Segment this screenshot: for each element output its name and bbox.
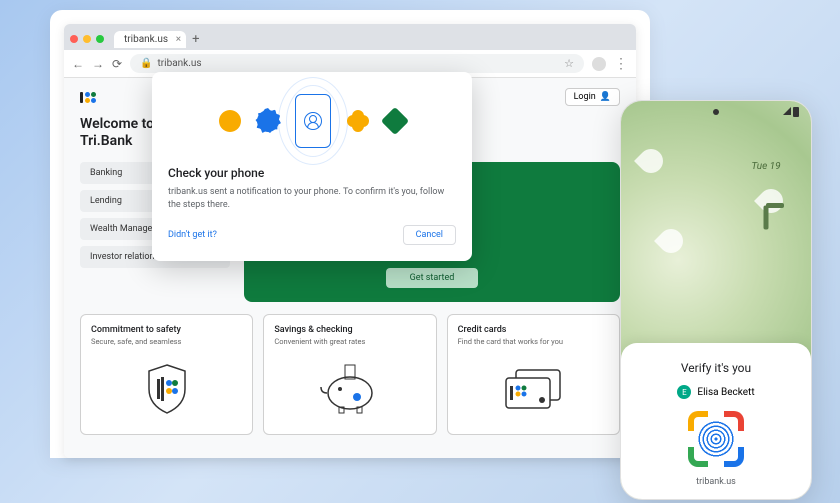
camera-icon bbox=[713, 109, 719, 115]
diamond-icon bbox=[381, 107, 409, 135]
modal-title: Check your phone bbox=[168, 166, 456, 180]
url-text: tribank.us bbox=[158, 58, 202, 69]
user-avatar-badge: E bbox=[677, 385, 691, 399]
close-window-icon[interactable] bbox=[70, 35, 78, 43]
check-phone-modal: Check your phone tribank.us sent a notif… bbox=[152, 72, 472, 261]
sheet-user: E Elisa Beckett bbox=[637, 385, 795, 399]
get-started-button[interactable]: Get started bbox=[386, 268, 479, 288]
back-icon[interactable]: ← bbox=[72, 57, 84, 71]
clock-icon bbox=[741, 178, 791, 228]
modal-body: tribank.us sent a notification to your p… bbox=[168, 186, 456, 211]
login-label: Login bbox=[574, 92, 596, 102]
address-bar[interactable]: 🔒 tribank.us ☆ bbox=[130, 54, 584, 73]
window-controls bbox=[70, 35, 104, 43]
shield-icon bbox=[91, 354, 242, 424]
quatrefoil-icon bbox=[347, 110, 369, 132]
tab-bar: tribank.us × + bbox=[64, 24, 636, 50]
bookmark-icon[interactable]: ☆ bbox=[564, 57, 574, 70]
credit-card-icon bbox=[458, 354, 609, 424]
modal-artwork bbox=[168, 94, 456, 148]
sheet-domain: tribank.us bbox=[637, 477, 795, 487]
cancel-button[interactable]: Cancel bbox=[403, 225, 456, 245]
new-tab-button[interactable]: + bbox=[192, 32, 199, 47]
login-button[interactable]: Login 👤 bbox=[565, 88, 620, 106]
phone-outline-icon bbox=[295, 94, 331, 148]
web-page: Login 👤 Welcome to Tri.Bank Banking› Len… bbox=[64, 78, 636, 458]
gear-icon bbox=[257, 110, 279, 132]
card-savings[interactable]: Savings & checking Convenient with great… bbox=[263, 314, 436, 435]
tab-title: tribank.us bbox=[124, 34, 168, 45]
clock-date: Tue 19 bbox=[741, 161, 791, 172]
close-tab-icon[interactable]: × bbox=[176, 34, 181, 45]
tribank-logo[interactable] bbox=[80, 92, 96, 103]
lock-icon: 🔒 bbox=[140, 58, 152, 69]
reload-icon[interactable]: ⟳ bbox=[112, 57, 122, 71]
profile-avatar-icon[interactable] bbox=[592, 57, 606, 71]
person-icon: 👤 bbox=[600, 92, 611, 102]
minimize-window-icon[interactable] bbox=[83, 35, 91, 43]
fingerprint-button[interactable] bbox=[688, 411, 744, 467]
card-credit[interactable]: Credit cards Find the card that works fo… bbox=[447, 314, 620, 435]
battery-icon bbox=[793, 107, 799, 117]
phone-mockup: Tue 19 Verify it's you E Elisa Beckett t… bbox=[620, 100, 812, 500]
card-safety[interactable]: Commitment to safety Secure, safe, and s… bbox=[80, 314, 253, 435]
user-name: Elisa Beckett bbox=[697, 387, 754, 398]
clock-widget: Tue 19 bbox=[741, 161, 791, 228]
browser-tab[interactable]: tribank.us × bbox=[114, 31, 186, 48]
flower-decoration bbox=[631, 141, 671, 181]
fingerprint-icon bbox=[698, 421, 734, 457]
forward-icon[interactable]: → bbox=[92, 57, 104, 71]
circle-icon bbox=[219, 110, 241, 132]
browser-window: tribank.us × + ← → ⟳ 🔒 tribank.us ☆ ⋮ bbox=[64, 24, 636, 458]
menu-icon[interactable]: ⋮ bbox=[614, 56, 628, 72]
sheet-title: Verify it's you bbox=[637, 361, 795, 375]
flower-decoration bbox=[651, 221, 691, 261]
piggy-bank-icon bbox=[274, 354, 425, 424]
card-row: Commitment to safety Secure, safe, and s… bbox=[80, 314, 620, 435]
maximize-window-icon[interactable] bbox=[96, 35, 104, 43]
didnt-get-it-link[interactable]: Didn't get it? bbox=[168, 230, 217, 240]
person-icon bbox=[304, 112, 322, 130]
laptop-frame: tribank.us × + ← → ⟳ 🔒 tribank.us ☆ ⋮ bbox=[50, 10, 650, 458]
verify-sheet: Verify it's you E Elisa Beckett tribank.… bbox=[621, 343, 811, 499]
signal-icon bbox=[783, 107, 791, 115]
